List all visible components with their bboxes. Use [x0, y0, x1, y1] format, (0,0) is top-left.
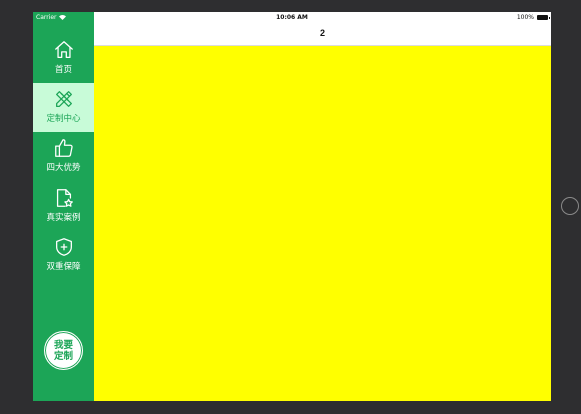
sidebar-item-advantages[interactable]: 四大优势 — [33, 132, 94, 181]
sidebar-item-label: 双重保障 — [46, 261, 81, 271]
sidebar-item-label: 真实案例 — [46, 212, 81, 222]
sidebar: 首页 定制中心 四大优势 真实案例 双重保障 我要 定制 — [33, 12, 94, 401]
sidebar-item-custom-center[interactable]: 定制中心 — [33, 83, 94, 132]
sidebar-item-guarantee[interactable]: 双重保障 — [33, 231, 94, 280]
navigation-bar: 2 — [94, 23, 551, 46]
sidebar-item-home[interactable]: 首页 — [33, 34, 94, 83]
sidebar-item-label: 四大优势 — [46, 162, 81, 172]
sidebar-item-cases[interactable]: 真实案例 — [33, 182, 94, 231]
sidebar-item-label: 首页 — [54, 64, 72, 74]
battery-percent: 100% — [516, 14, 534, 21]
document-star-icon — [56, 189, 73, 207]
thumbs-up-icon — [54, 139, 73, 157]
status-bar: Carrier 10:06 AM 100% — [33, 12, 551, 23]
page-title: 2 — [319, 28, 325, 38]
home-icon — [54, 41, 73, 58]
battery-icon — [537, 15, 550, 20]
custom-order-button-line2: 定制 — [53, 350, 73, 362]
status-time: 10:06 AM — [276, 14, 308, 21]
home-button[interactable] — [561, 197, 579, 215]
sidebar-item-label: 定制中心 — [46, 113, 81, 123]
shield-plus-icon — [55, 238, 72, 256]
main-content-area — [94, 46, 551, 401]
status-battery: 100% — [516, 14, 550, 21]
custom-order-button-line1: 我要 — [53, 339, 73, 351]
ipad-simulator-screen: 2 首页 定制中心 四大优势 真实案例 双重保障 我要 定制 Carrier 1… — [33, 12, 551, 401]
pencil-ruler-icon — [55, 91, 72, 107]
custom-order-button[interactable]: 我要 定制 — [44, 331, 83, 370]
